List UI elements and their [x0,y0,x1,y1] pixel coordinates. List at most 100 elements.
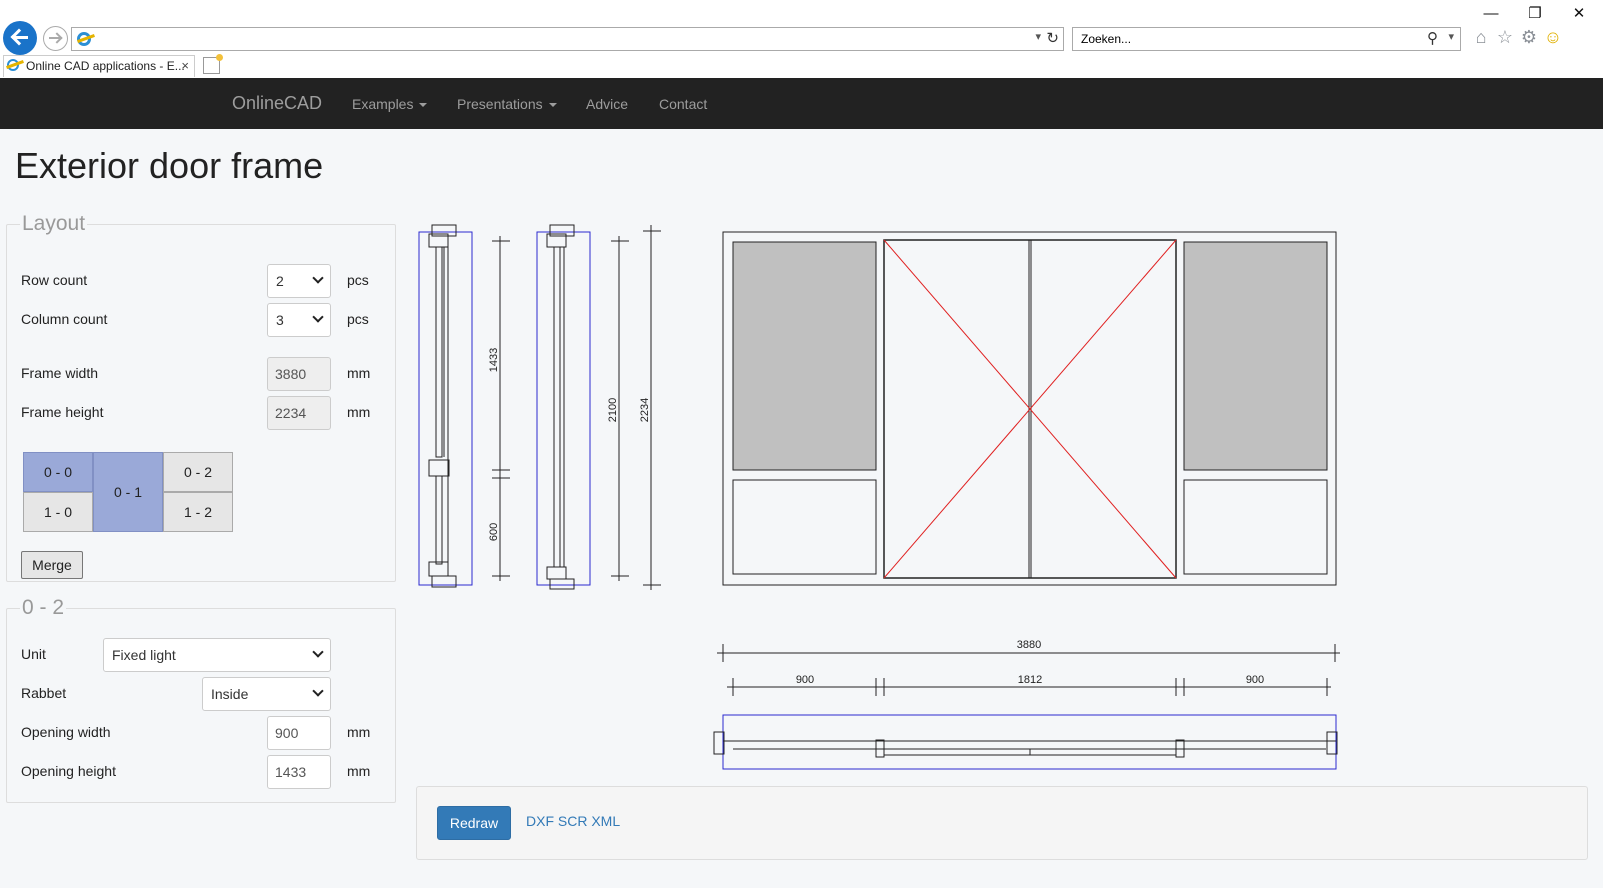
column-count-unit: pcs [347,311,369,327]
vertical-dimension-lines [492,225,661,590]
redraw-button[interactable]: Redraw [437,806,511,840]
address-bar[interactable]: ▾ ↻ [71,27,1064,51]
dim-label-600: 600 [488,523,500,541]
dim-label-2100: 2100 [607,398,619,422]
cell-1-0[interactable]: 1 - 0 [23,492,93,532]
forward-icon[interactable] [43,26,68,51]
nav-presentations[interactable]: Presentations [457,96,557,112]
layout-panel: Layout Row count 2 pcs Column count 3 pc… [6,212,396,582]
dim-label-1433: 1433 [488,348,500,372]
horizontal-section [713,714,1338,770]
chevron-down-icon [312,646,324,658]
chevron-down-icon [312,311,324,323]
close-window-button[interactable]: ✕ [1567,2,1591,26]
chevron-down-icon [312,272,324,284]
opening-height-unit: mm [347,763,371,779]
export-links[interactable]: DXF SCR XML [526,813,620,829]
merge-button[interactable]: Merge [21,551,83,579]
frame-height-label: Frame height [21,404,104,420]
gear-icon[interactable]: ⚙ [1518,26,1540,48]
nav-presentations-label: Presentations [457,96,543,112]
browser-chrome: ▾ ↻ ⚲ ▾ ⌂ ☆ ⚙ ☺ — ❐ ✕ Online CAD applica… [0,0,1603,78]
dim-label-3880: 3880 [1017,639,1041,651]
close-icon[interactable]: × [181,56,189,76]
nav-examples-label: Examples [352,96,414,112]
smiley-icon[interactable]: ☺ [1542,26,1564,48]
opening-height-field[interactable]: 1433 [267,755,331,789]
row-count-unit: pcs [347,272,369,288]
cell-0-2[interactable]: 0 - 2 [163,452,233,492]
dim-label-900-left: 900 [796,674,814,686]
cell-1-2[interactable]: 1 - 2 [163,492,233,532]
unit-value: Fixed light [112,647,176,663]
frame-width-field[interactable]: 3880 [267,357,331,391]
cell-panel: 0 - 2 Unit Fixed light Rabbet Inside Ope… [6,596,396,803]
nav-advice[interactable]: Advice [586,96,628,112]
home-icon[interactable]: ⌂ [1470,26,1492,48]
opening-height-label: Opening height [21,763,116,779]
back-icon[interactable] [3,21,37,55]
caret-down-icon [419,103,428,108]
site-navbar: OnlineCAD Examples Presentations Advice … [0,78,1603,129]
rabbet-select[interactable]: Inside [202,677,331,711]
frame-height-unit: mm [347,404,371,420]
caret-down-icon [548,103,557,108]
minimize-button[interactable]: — [1479,2,1503,26]
browser-tab[interactable]: Online CAD applications - E... × [3,55,195,77]
cell-0-0[interactable]: 0 - 0 [23,452,93,492]
unit-label: Unit [21,646,46,662]
layout-legend: Layout [22,212,86,235]
rabbet-label: Rabbet [21,685,67,701]
row-count-value: 2 [276,273,284,289]
column-count-select[interactable]: 3 [267,303,331,337]
opening-width-field[interactable]: 900 [267,716,331,750]
search-dropdown-icon[interactable]: ▾ [1448,30,1454,43]
column-count-row: Column count 3 pcs [7,303,395,337]
restore-button[interactable]: ❐ [1523,2,1547,26]
search-icon[interactable]: ⚲ [1427,29,1438,47]
search-box[interactable]: ⚲ ▾ [1072,27,1461,51]
frame-height-row: Frame height 2234 mm [7,396,395,430]
cell-0-1[interactable]: 0 - 1 [93,452,163,532]
chevron-down-icon [312,685,324,697]
refresh-icon[interactable]: ↻ [1046,29,1059,47]
frame-width-unit: mm [347,365,371,381]
address-dropdown-icon[interactable]: ▾ [1035,30,1041,43]
ie-icon [77,32,91,46]
opening-width-label: Opening width [21,724,111,740]
brand-link[interactable]: OnlineCAD [232,93,322,114]
star-icon[interactable]: ☆ [1494,26,1516,48]
tab-title: Online CAD applications - E... [26,59,185,73]
rabbet-value: Inside [211,686,249,702]
frame-width-label: Frame width [21,365,99,381]
page-title: Exterior door frame [15,145,324,186]
opening-width-unit: mm [347,724,371,740]
action-bar: Redraw DXF SCR XML [416,786,1588,860]
search-input[interactable] [1079,29,1379,49]
opening-width-row: Opening width 900 mm [7,716,395,750]
opening-height-row: Opening height 1433 mm [7,755,395,789]
dim-label-1812: 1812 [1018,674,1042,686]
dim-label-900-right: 900 [1246,674,1264,686]
unit-select[interactable]: Fixed light [103,638,331,672]
cell-legend: 0 - 2 [22,596,65,619]
horizontal-dimension-lines [717,644,1340,696]
column-count-value: 3 [276,312,284,328]
nav-examples[interactable]: Examples [352,96,428,112]
unit-row: Unit Fixed light [7,638,395,672]
vertical-section-2 [536,224,591,590]
row-count-select[interactable]: 2 [267,264,331,298]
row-count-label: Row count [21,272,88,288]
frame-width-row: Frame width 3880 mm [7,357,395,391]
vertical-section-1 [418,224,473,588]
ie-icon [7,59,19,71]
rabbet-row: Rabbet Inside [7,677,395,711]
column-count-label: Column count [21,311,108,327]
dim-label-2234: 2234 [639,398,651,422]
nav-contact[interactable]: Contact [659,96,707,112]
frame-height-field[interactable]: 2234 [267,396,331,430]
new-tab-button[interactable] [203,54,223,74]
front-elevation [722,231,1337,586]
cad-drawing: 1433 600 2100 2234 3880 900 1812 900 [418,224,1340,770]
row-count-row: Row count 2 pcs [7,264,395,298]
